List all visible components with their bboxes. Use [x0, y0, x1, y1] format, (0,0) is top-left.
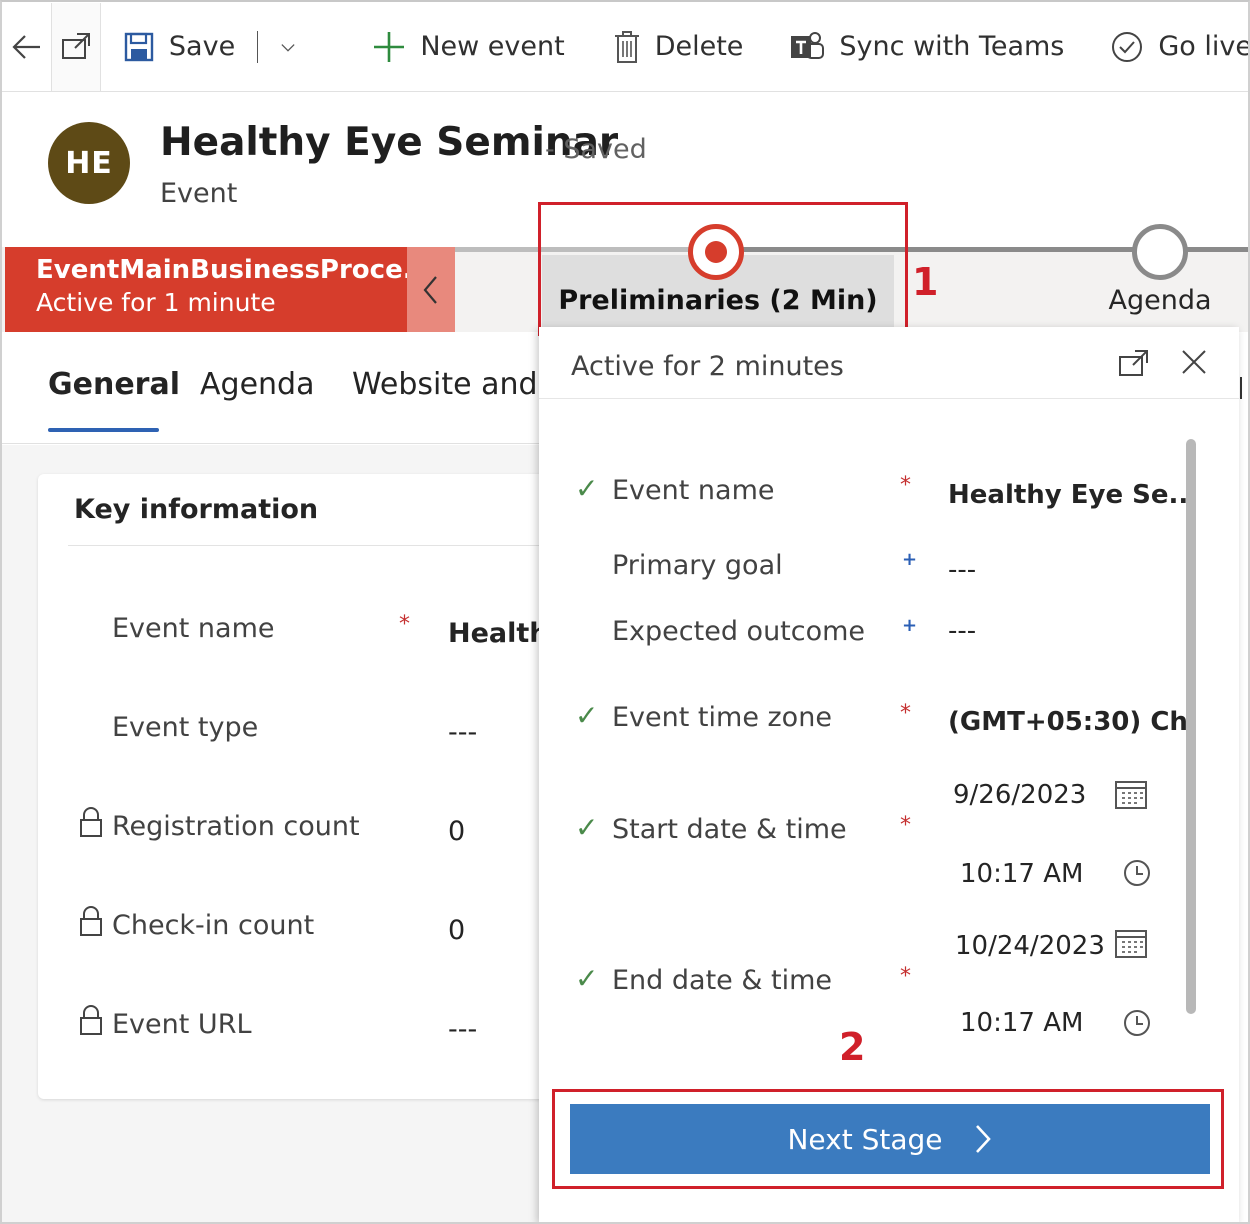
check-circle-icon — [1112, 31, 1143, 62]
clock-icon[interactable] — [1122, 858, 1152, 888]
sync-with-teams-button[interactable]: Sync with Teams — [789, 3, 1064, 91]
save-icon — [124, 32, 154, 61]
next-stage-label: Next Stage — [787, 1122, 943, 1156]
check-in-count-value: 0 — [448, 915, 466, 946]
chevron-left-icon — [423, 275, 437, 304]
delete-button[interactable]: Delete — [613, 3, 744, 91]
tab-general[interactable]: General — [48, 367, 180, 402]
end-time-field[interactable]: 10:17 AM — [960, 1008, 1083, 1038]
completed-check-icon: ✓ — [575, 699, 599, 732]
back-button[interactable] — [2, 2, 53, 91]
completed-check-icon: ✓ — [575, 472, 599, 505]
stage-active-duration: Active for 2 minutes — [571, 351, 844, 382]
event-type-label: Event type — [112, 712, 259, 743]
start-date-field[interactable]: 9/26/2023 — [953, 780, 1086, 810]
event-url-value: --- — [448, 1014, 478, 1045]
registration-count-label: Registration count — [112, 811, 360, 842]
collapse-process-button[interactable] — [407, 247, 455, 332]
stage-agenda-label[interactable]: Agenda — [1092, 285, 1228, 316]
primary-goal-label: Primary goal — [612, 550, 783, 581]
chevron-down-icon — [281, 43, 295, 52]
dock-flyout-button[interactable] — [1117, 347, 1151, 383]
annotation-box-1 — [538, 202, 908, 336]
expand-icon — [1119, 350, 1148, 376]
new-event-label: New event — [420, 31, 565, 62]
required-marker: * — [900, 813, 911, 838]
new-event-button[interactable]: New event — [372, 3, 565, 91]
save-status: - Saved — [545, 134, 647, 165]
app-window: Save New event Delete Sync with Teams Go… — [0, 0, 1250, 1224]
required-marker: * — [900, 473, 911, 498]
next-stage-button[interactable]: Next Stage — [570, 1104, 1210, 1174]
end-date-field[interactable]: 10/24/2023 — [955, 931, 1105, 961]
event-time-zone-label: Event time zone — [612, 702, 832, 733]
event-url-label: Event URL — [112, 1009, 252, 1040]
sync-label: Sync with Teams — [839, 31, 1065, 62]
clock-icon[interactable] — [1122, 1008, 1152, 1038]
required-marker: * — [900, 701, 911, 726]
go-live-label: Go live — [1158, 31, 1250, 62]
tab-website[interactable]: Website and f — [352, 367, 558, 402]
flyout-event-name-label: Event name — [612, 475, 775, 506]
calendar-icon[interactable] — [1114, 927, 1148, 959]
close-icon — [1182, 350, 1206, 374]
section-divider — [68, 545, 558, 546]
calendar-icon[interactable] — [1114, 778, 1148, 810]
lock-icon — [80, 906, 102, 936]
selected-tab-indicator — [48, 428, 159, 432]
section-title: Key information — [74, 494, 319, 525]
primary-goal-field[interactable]: --- — [948, 555, 976, 585]
go-live-button[interactable]: Go live — [1110, 3, 1250, 91]
flyout-header: Active for 2 minutes — [539, 327, 1239, 399]
avatar: HE — [48, 122, 130, 204]
process-duration: Active for 1 minute — [36, 288, 276, 317]
annotation-marker-1: 1 — [912, 260, 939, 304]
lock-icon — [80, 807, 102, 837]
start-date-time-label: Start date & time — [612, 814, 847, 845]
close-flyout-button[interactable] — [1179, 347, 1209, 381]
start-time-field[interactable]: 10:17 AM — [960, 859, 1083, 889]
recommended-marker: + — [902, 549, 918, 570]
command-bar: Save New event Delete Sync with Teams Go… — [2, 2, 1250, 92]
save-options-dropdown[interactable] — [280, 3, 310, 91]
trash-icon — [614, 30, 639, 63]
annotation-marker-2: 2 — [839, 1025, 866, 1069]
event-name-label: Event name — [112, 613, 275, 644]
event-time-zone-field[interactable]: (GMT+05:30) Ch — [948, 707, 1188, 737]
save-button[interactable]: Save — [123, 3, 235, 91]
recommended-marker: + — [902, 615, 918, 636]
open-in-new-window-button[interactable] — [52, 2, 101, 91]
flyout-event-name-field[interactable]: Healthy Eye Se... — [948, 480, 1198, 510]
teams-icon — [791, 31, 825, 59]
required-marker: * — [900, 964, 911, 989]
check-in-count-label: Check-in count — [112, 910, 315, 941]
completed-check-icon: ✓ — [575, 811, 599, 844]
end-date-time-label: End date & time — [612, 965, 832, 996]
process-name: EventMainBusinessProce... — [36, 255, 433, 285]
stage-flyout: Active for 2 minutes ✓ Event name * Heal… — [539, 327, 1239, 1222]
popout-icon — [61, 32, 90, 59]
expected-outcome-field[interactable]: --- — [948, 616, 976, 646]
tab-agenda[interactable]: Agenda — [200, 367, 314, 402]
chevron-right-icon — [975, 1125, 991, 1153]
required-marker: * — [399, 612, 410, 637]
form-tabs: General Agenda Website and f — [2, 332, 562, 444]
flyout-scrollbar[interactable] — [1186, 439, 1196, 1014]
plus-icon — [374, 31, 405, 62]
registration-count-value: 0 — [448, 816, 466, 847]
key-information-section — [38, 474, 578, 1099]
event-type-field[interactable]: --- — [448, 717, 477, 748]
toolbar-divider — [257, 30, 259, 63]
completed-check-icon: ✓ — [575, 962, 599, 995]
tab-overflow-divider — [1240, 377, 1242, 399]
process-name-panel[interactable]: EventMainBusinessProce... Active for 1 m… — [5, 247, 433, 332]
save-label: Save — [168, 31, 236, 62]
arrow-left-icon — [11, 34, 40, 59]
entity-name: Event — [160, 178, 238, 209]
lock-icon — [80, 1005, 102, 1035]
delete-label: Delete — [654, 31, 744, 62]
pending-stage-indicator-icon[interactable] — [1132, 224, 1188, 280]
expected-outcome-label: Expected outcome — [612, 616, 866, 647]
